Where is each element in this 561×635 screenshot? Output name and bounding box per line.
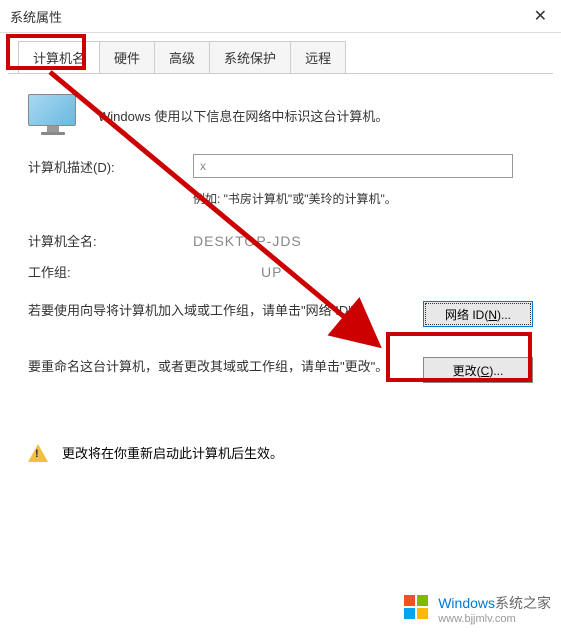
tab-remote[interactable]: 远程 bbox=[290, 41, 346, 73]
workgroup-label: 工作组: bbox=[28, 262, 193, 281]
tab-system-protection[interactable]: 系统保护 bbox=[209, 41, 291, 73]
close-icon[interactable]: ✕ bbox=[528, 6, 553, 26]
computer-icon bbox=[28, 94, 78, 136]
tab-computer-name[interactable]: 计算机名 bbox=[18, 41, 100, 73]
titlebar: 系统属性 ✕ bbox=[0, 0, 561, 33]
intro-row: Windows 使用以下信息在网络中标识这台计算机。 bbox=[28, 94, 533, 136]
fullname-row: 计算机全名: DESKTOP-JDS bbox=[28, 231, 533, 250]
description-label: 计算机描述(D): bbox=[28, 157, 193, 176]
watermark-url: www.bjjmlv.com bbox=[438, 613, 551, 625]
windows-logo-icon bbox=[404, 595, 432, 623]
description-example: 例如: "书房计算机"或"美玲的计算机"。 bbox=[193, 190, 533, 207]
watermark: Windows系统之家 www.bjjmlv.com bbox=[404, 593, 551, 625]
description-input[interactable] bbox=[193, 154, 513, 178]
workgroup-row: 工作组: UP bbox=[28, 262, 533, 281]
intro-text: Windows 使用以下信息在网络中标识这台计算机。 bbox=[98, 106, 388, 125]
change-row: 要重命名这台计算机，或者更改其域或工作组，请单击"更改"。 更改(C)... bbox=[28, 357, 533, 383]
description-row: 计算机描述(D): bbox=[28, 154, 533, 178]
change-text: 要重命名这台计算机，或者更改其域或工作组，请单击"更改"。 bbox=[28, 357, 423, 378]
warning-icon bbox=[28, 444, 48, 462]
fullname-value: DESKTOP-JDS bbox=[193, 233, 302, 249]
network-id-button[interactable]: 网络 ID(N)... bbox=[423, 301, 533, 327]
window-title: 系统属性 bbox=[10, 7, 62, 26]
content-panel: Windows 使用以下信息在网络中标识这台计算机。 计算机描述(D): 例如:… bbox=[0, 74, 561, 482]
restart-row: 更改将在你重新启动此计算机后生效。 bbox=[28, 443, 533, 462]
tab-strip: 计算机名 硬件 高级 系统保护 远程 bbox=[8, 33, 553, 74]
restart-text: 更改将在你重新启动此计算机后生效。 bbox=[62, 443, 283, 462]
fullname-label: 计算机全名: bbox=[28, 231, 193, 250]
watermark-sub: 系统之家 bbox=[495, 595, 551, 611]
tab-advanced[interactable]: 高级 bbox=[154, 41, 210, 73]
change-button[interactable]: 更改(C)... bbox=[423, 357, 533, 383]
workgroup-value: UP bbox=[193, 264, 282, 280]
network-id-text: 若要使用向导将计算机加入域或工作组，请单击"网络 ID"。 bbox=[28, 301, 423, 322]
network-id-row: 若要使用向导将计算机加入域或工作组，请单击"网络 ID"。 网络 ID(N)..… bbox=[28, 301, 533, 327]
tab-hardware[interactable]: 硬件 bbox=[99, 41, 155, 73]
watermark-brand: Windows bbox=[438, 595, 495, 611]
